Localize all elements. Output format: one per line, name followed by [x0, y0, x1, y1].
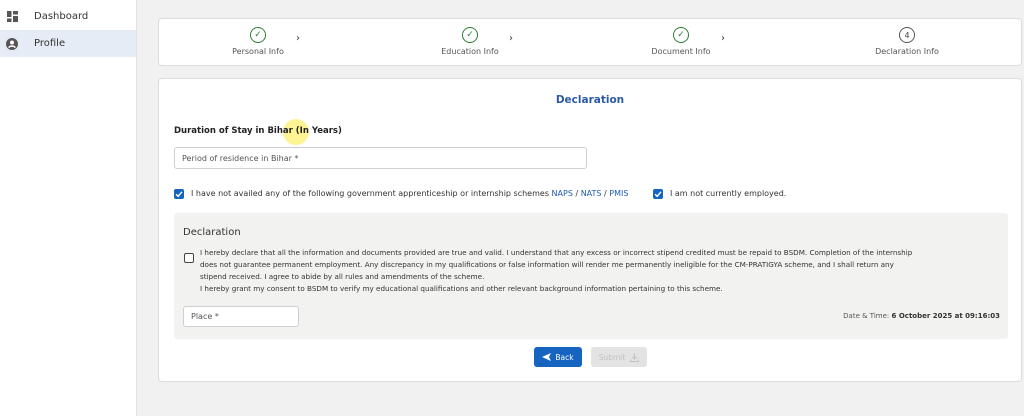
sidebar-item-label: Dashboard — [34, 11, 89, 22]
check-icon: ✓ — [250, 27, 266, 43]
date-time-readout: Date & Time: 6 October 2025 at 09:16:03 — [843, 312, 1000, 320]
step-label: Document Info — [651, 47, 711, 56]
declaration-line: I hereby declare that all the informatio… — [200, 248, 913, 257]
progress-stepper: ✓ Personal Info › ✓ Education Info › ✓ D… — [158, 18, 1022, 66]
step-label: Declaration Info — [875, 47, 939, 56]
step-label: Personal Info — [232, 47, 284, 56]
step-personal-info[interactable]: ✓ Personal Info — [198, 27, 318, 56]
form-title: Declaration — [555, 94, 625, 106]
back-button[interactable]: Back — [534, 347, 582, 367]
not-employed-checkbox[interactable] — [653, 189, 663, 199]
chevron-right-icon: › — [721, 33, 725, 44]
download-icon — [630, 353, 640, 362]
submit-button[interactable]: Submit — [591, 347, 647, 367]
link-separator: / — [572, 189, 581, 198]
declaration-panel: Declaration I hereby declare that all th… — [174, 213, 1008, 339]
declaration-line: stipend received. I agree to abide by al… — [200, 272, 485, 281]
check-icon: ✓ — [462, 27, 478, 43]
declaration-line: I hereby grant my consent to BSDM to ver… — [200, 284, 723, 293]
schemes-checkbox[interactable] — [174, 189, 184, 199]
sidebar-item-profile[interactable]: Profile — [0, 30, 136, 57]
chevron-right-icon: › — [509, 33, 513, 44]
user-icon — [6, 37, 18, 50]
declaration-heading: Declaration — [183, 227, 241, 238]
check-icon: ✓ — [673, 27, 689, 43]
period-placeholder: Period of residence in Bihar * — [182, 153, 299, 163]
declaration-form-card: Declaration Duration of Stay in Bihar (I… — [158, 78, 1022, 382]
naps-link[interactable]: NAPS — [552, 189, 573, 198]
send-back-icon — [542, 353, 552, 361]
period-of-residence-input[interactable]: Period of residence in Bihar * — [174, 147, 587, 169]
checkmark-icon — [654, 191, 662, 198]
sidebar-item-label: Profile — [34, 38, 66, 49]
checkmark-icon — [175, 191, 183, 198]
duration-label: Duration of Stay in Bihar (In Years) — [174, 126, 342, 136]
chevron-right-icon: › — [296, 33, 300, 44]
sidebar-item-dashboard[interactable]: Dashboard — [0, 3, 136, 30]
place-placeholder: Place * — [191, 312, 219, 321]
date-time-value: 6 October 2025 at 09:16:03 — [891, 312, 1000, 320]
declaration-line: does not guarantee permanent employment.… — [200, 260, 894, 269]
step-number-badge: 4 — [899, 27, 915, 43]
sidebar: Dashboard Profile — [0, 0, 137, 416]
schemes-checkbox-label: I have not availed any of the following … — [191, 189, 629, 198]
pmis-link[interactable]: PMIS — [609, 189, 628, 198]
declaration-text: I hereby declare that all the informatio… — [200, 247, 1000, 295]
declaration-checkbox[interactable] — [184, 253, 194, 263]
step-declaration-info[interactable]: 4 Declaration Info — [847, 27, 967, 56]
place-input[interactable]: Place * — [183, 306, 299, 327]
step-label: Education Info — [441, 47, 499, 56]
dashboard-icon — [6, 11, 18, 23]
not-employed-label: I am not currently employed. — [670, 189, 787, 198]
nats-link[interactable]: NATS — [581, 189, 602, 198]
